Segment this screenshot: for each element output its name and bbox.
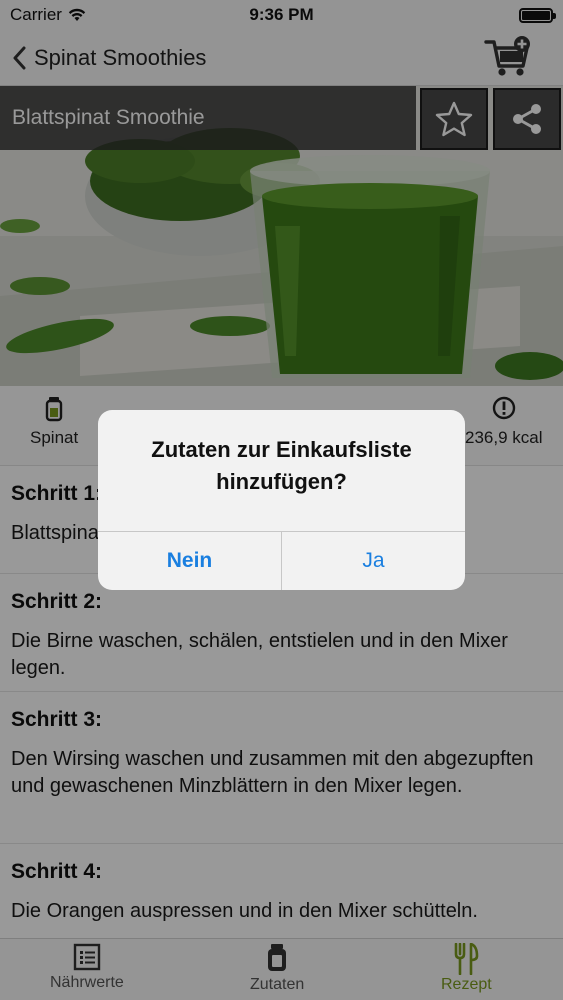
no-button[interactable]: Nein bbox=[98, 532, 281, 590]
confirm-dialog: Zutaten zur Einkaufsliste hinzufügen? Ne… bbox=[98, 410, 465, 590]
dialog-title: Zutaten zur Einkaufsliste hinzufügen? bbox=[151, 437, 412, 494]
yes-button[interactable]: Ja bbox=[281, 532, 465, 590]
dialog-buttons: Nein Ja bbox=[98, 531, 465, 590]
